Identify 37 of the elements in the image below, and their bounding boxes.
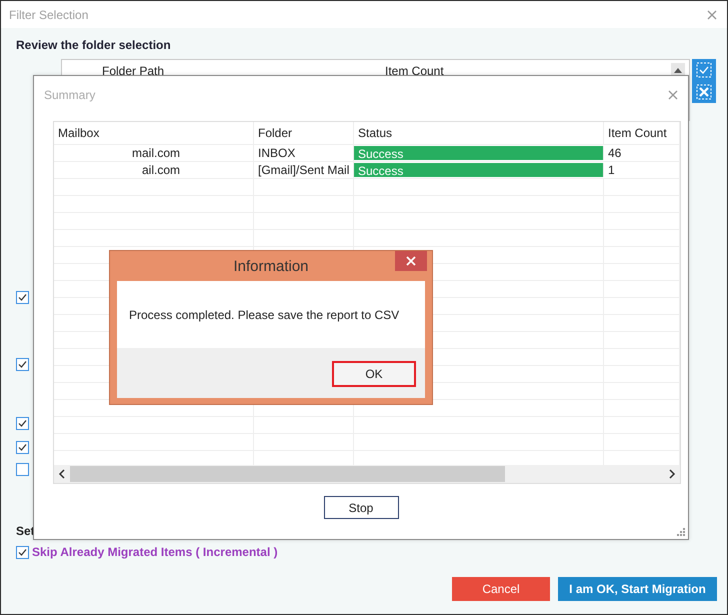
close-button[interactable] (395, 251, 427, 271)
close-icon[interactable] (668, 90, 678, 100)
deselect-all-icon[interactable] (696, 84, 712, 100)
table-cell: 46 (604, 145, 680, 161)
scroll-right-icon[interactable] (668, 469, 676, 479)
checkbox[interactable] (16, 441, 29, 454)
horizontal-scrollbar[interactable] (54, 465, 680, 483)
dialog-title: Summary (44, 88, 96, 102)
checkbox[interactable] (16, 358, 29, 371)
message-text: Process completed. Please save the report to CSV (129, 308, 400, 322)
column-header: Item Count (385, 64, 444, 78)
stop-button[interactable]: Stop (324, 496, 398, 519)
section-heading: Review the folder selection (16, 38, 171, 52)
column-header: Folder Path (102, 64, 166, 78)
status-cell: Success (354, 163, 604, 177)
cancel-button[interactable]: Cancel (452, 577, 550, 601)
table-cell: ail.com (54, 162, 254, 178)
start-migration-button[interactable]: I am OK, Start Migration (558, 577, 717, 601)
column-header: Status (354, 122, 604, 144)
table-cell: mail.com (54, 145, 254, 161)
checkbox[interactable] (16, 546, 29, 558)
resize-grip-icon[interactable] (677, 528, 685, 536)
column-header: Folder (254, 122, 354, 144)
column-header: Mailbox (54, 122, 254, 144)
select-all-icon[interactable] (696, 62, 712, 78)
dialog-title: Information (233, 258, 309, 274)
close-icon[interactable] (707, 10, 717, 20)
scroll-left-icon[interactable] (58, 469, 66, 479)
status-cell: Success (354, 146, 604, 160)
window-title: Filter Selection (9, 8, 88, 22)
ok-button[interactable]: OK (332, 361, 416, 387)
checkbox-label: Skip Already Migrated Items ( Incremental ) (32, 545, 278, 559)
checkbox[interactable] (16, 463, 29, 476)
table-cell: 1 (604, 162, 680, 178)
checkbox[interactable] (16, 417, 29, 430)
checkbox[interactable] (16, 291, 29, 304)
column-header: Item Count (604, 122, 680, 144)
